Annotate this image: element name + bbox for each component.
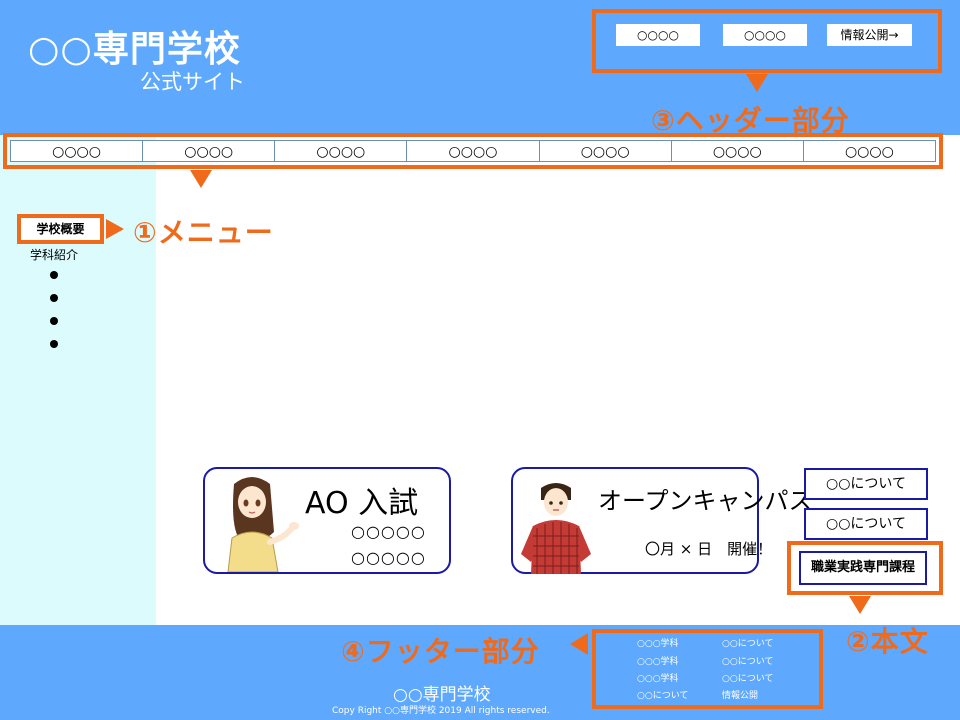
vocational-course-highlight: 職業実践専門課程	[787, 541, 943, 595]
ao-banner-title: AO 入試	[305, 486, 419, 521]
nav-item-4[interactable]: ○○○○	[407, 141, 540, 161]
footer-link[interactable]: ○○○学科	[637, 654, 679, 667]
footer-link-info-disclosure[interactable]: 情報公開	[722, 688, 758, 701]
about-link-1[interactable]: ○○について	[804, 468, 928, 500]
vocational-course-link[interactable]: 職業実践専門課程	[799, 551, 927, 585]
sidebar	[0, 135, 156, 625]
sidebar-bullet	[50, 317, 58, 325]
menu-arrow	[106, 219, 124, 239]
footer-link[interactable]: ○○について	[722, 671, 773, 684]
header-button-1[interactable]: ○○○○	[616, 24, 700, 46]
about-link-2[interactable]: ○○について	[804, 508, 928, 540]
footer-arrow	[570, 633, 588, 655]
header-button-2[interactable]: ○○○○	[723, 24, 807, 46]
student-girl-illustration	[227, 477, 299, 572]
nav-item-7[interactable]: ○○○○	[804, 141, 935, 161]
callout-footer: ④フッター部分	[341, 635, 540, 668]
header-arrow	[746, 74, 768, 92]
student-boy-illustration	[521, 483, 591, 574]
footer-link[interactable]: ○○について	[722, 636, 773, 649]
sidebar-item-departments[interactable]: 学科紹介	[30, 246, 78, 263]
open-campus-title: オープンキャンパス	[598, 487, 813, 515]
sidebar-bullet	[50, 294, 58, 302]
copyright: Copy Right ○○専門学校 2019 All rights reserv…	[332, 706, 550, 716]
nav-item-5[interactable]: ○○○○	[540, 141, 672, 161]
ao-banner-line-1: ○○○○○	[351, 522, 426, 541]
footer-link[interactable]: ○○について	[722, 654, 773, 667]
callout-menu: ①メニュー	[133, 216, 274, 249]
sidebar-bullet	[50, 271, 58, 279]
sidebar-bullet	[50, 340, 58, 348]
info-disclosure-button[interactable]: 情報公開→	[827, 24, 912, 46]
nav-item-1[interactable]: ○○○○	[11, 141, 144, 161]
sidebar-item-school-overview[interactable]: 学校概要	[17, 214, 104, 244]
nav-item-6[interactable]: ○○○○	[672, 141, 804, 161]
footer-link[interactable]: ○○○学科	[637, 636, 679, 649]
nav-arrow	[190, 170, 212, 188]
callout-body: ②本文	[846, 625, 929, 658]
body-arrow	[849, 596, 871, 614]
global-nav: ○○○○ ○○○○ ○○○○ ○○○○ ○○○○ ○○○○ ○○○○	[3, 133, 943, 169]
ao-banner-line-2: ○○○○○	[351, 548, 426, 567]
site-subtitle: 公式サイト	[140, 70, 245, 94]
open-campus-date: 〇月 × 日 開催！	[645, 540, 773, 558]
footer-link[interactable]: ○○について	[637, 688, 688, 701]
footer-link[interactable]: ○○○学科	[637, 671, 679, 684]
footer-site-title: ○○専門学校	[393, 685, 491, 705]
nav-item-2[interactable]: ○○○○	[143, 141, 276, 161]
site-title[interactable]: ○○専門学校	[28, 20, 241, 72]
footer-links-highlight	[592, 629, 823, 709]
nav-item-3[interactable]: ○○○○	[275, 141, 408, 161]
